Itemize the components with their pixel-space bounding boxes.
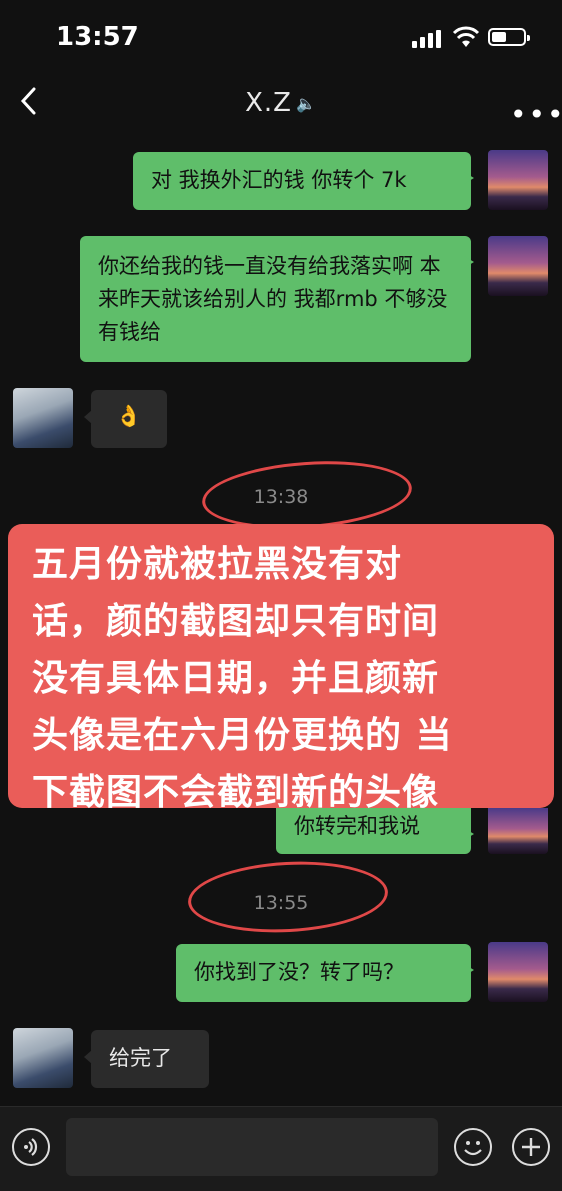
message-text: 对 我换外汇的钱 你转个 7k (151, 168, 407, 192)
avatar[interactable] (488, 942, 548, 1002)
more-menu-button[interactable]: ••• (510, 98, 562, 131)
message-text: 你转完和我说 (294, 814, 420, 838)
avatar[interactable] (488, 808, 548, 854)
message-bubble[interactable]: 给完了 (84, 1030, 209, 1088)
status-time: 13:57 (56, 22, 139, 52)
message-text: 你找到了没？转了吗？ (194, 960, 404, 984)
annotation-line: 五月份就被拉黑没有对 (32, 544, 403, 585)
voice-icon: 🔈 (295, 94, 317, 113)
message-bubble[interactable]: 你还给我的钱一直没有给我落实啊 本来昨天就该给别人的 我都rmb 不够没有钱给 (80, 236, 474, 362)
emoji-icon (464, 1141, 482, 1156)
annotation-line: 头像是在六月份更换的 当 (32, 715, 453, 756)
cellular-signal-icon (412, 30, 442, 48)
message-input[interactable] (66, 1118, 438, 1176)
avatar[interactable] (488, 150, 548, 210)
message-text: 给完了 (109, 1046, 172, 1070)
annotation-line: 没有具体日期，并且颜新 (32, 658, 440, 699)
avatar[interactable] (13, 388, 73, 448)
battery-icon (488, 28, 530, 46)
message-bubble[interactable]: 你转完和我说 (276, 808, 474, 854)
annotation-overlay: 五月份就被拉黑没有对 话，颜的截图却只有时间 没有具体日期，并且颜新 头像是在六… (8, 524, 554, 813)
avatar[interactable] (488, 236, 548, 296)
voice-input-button[interactable] (12, 1128, 50, 1166)
chat-title: X.Z 🔈 (0, 88, 562, 118)
message-text: 👌 (115, 404, 143, 428)
message-text: 你还给我的钱一直没有给我落实啊 本来昨天就该给别人的 我都rmb 不够没有钱给 (98, 254, 448, 344)
voice-icon (24, 1138, 38, 1156)
wifi-icon (452, 26, 480, 47)
message-bubble[interactable]: 👌 (84, 390, 167, 448)
emoji-button[interactable] (454, 1128, 492, 1166)
avatar[interactable] (13, 1028, 73, 1088)
contact-name: X.Z (245, 88, 292, 118)
plus-button[interactable] (512, 1128, 550, 1166)
message-bubble[interactable]: 你找到了没？转了吗？ (176, 944, 474, 1002)
annotation-line: 话，颜的截图却只有时间 (32, 601, 440, 642)
highlight-circle (186, 856, 390, 938)
plus-icon (522, 1138, 540, 1156)
message-bubble[interactable]: 对 我换外汇的钱 你转个 7k (133, 152, 474, 210)
